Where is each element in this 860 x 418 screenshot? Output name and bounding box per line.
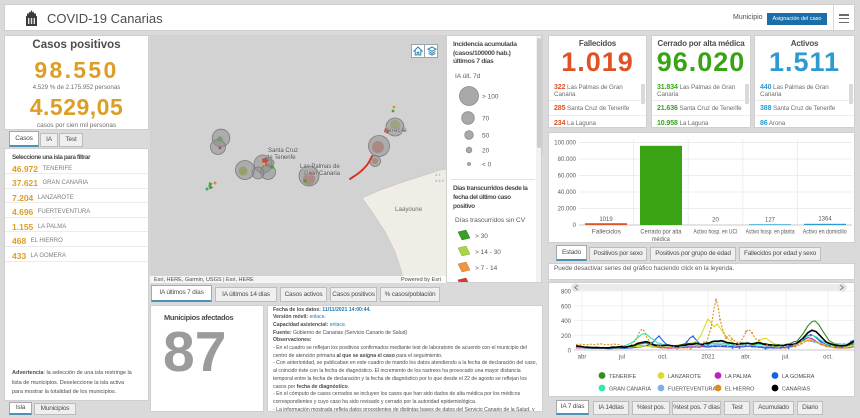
- svg-text:Cerrado por alta: Cerrado por alta: [640, 229, 682, 236]
- svg-text:0: 0: [573, 223, 577, 229]
- svg-text:Gran Canaria: Gran Canaria: [304, 171, 341, 177]
- svg-text:0: 0: [568, 349, 572, 355]
- svg-text:600: 600: [561, 304, 572, 310]
- svg-text:80.000: 80.000: [558, 157, 577, 163]
- svg-text:> 7 - 14: > 7 - 14: [475, 265, 498, 272]
- svg-text:Activo hosp. en UCI: Activo hosp. en UCI: [694, 229, 738, 236]
- svg-text:20: 20: [712, 218, 719, 224]
- svg-text:127: 127: [765, 218, 776, 224]
- svg-text:jul: jul: [618, 355, 625, 361]
- svg-text:EL HIERRO: EL HIERRO: [725, 387, 755, 393]
- svg-text:médica: médica: [652, 236, 670, 242]
- svg-text:oct.: oct.: [658, 355, 668, 361]
- svg-text:2021: 2021: [701, 355, 715, 361]
- svg-text:de Tenerife: de Tenerife: [266, 155, 296, 161]
- svg-text:LA PALMA: LA PALMA: [725, 374, 752, 380]
- svg-text:Laayoune: Laayoune: [395, 206, 423, 213]
- svg-text:< 0: < 0: [482, 162, 492, 169]
- svg-text:abr: abr: [578, 355, 587, 361]
- svg-text:4.1: 4.1: [435, 172, 441, 177]
- svg-text:200: 200: [561, 334, 572, 340]
- svg-text:Activo hosp. en planta: Activo hosp. en planta: [746, 229, 795, 236]
- svg-text:60.000: 60.000: [558, 174, 577, 180]
- svg-text:800: 800: [561, 290, 572, 296]
- svg-text:70: 70: [482, 116, 490, 123]
- svg-text:abr.: abr.: [741, 355, 751, 361]
- svg-text:Activo en domicilio: Activo en domicilio: [803, 229, 847, 236]
- svg-text:1364: 1364: [818, 217, 832, 223]
- svg-text:Arrecife: Arrecife: [386, 128, 407, 134]
- svg-text:100.000: 100.000: [554, 141, 576, 147]
- svg-text:4.4.4: 4.4.4: [435, 178, 445, 183]
- svg-text:50: 50: [482, 133, 490, 140]
- svg-text:TENERIFE: TENERIFE: [609, 374, 637, 380]
- svg-text:FUERTEVENTURA: FUERTEVENTURA: [668, 387, 717, 393]
- svg-text:oct.: oct.: [823, 355, 833, 361]
- svg-text:Las Palmas de: Las Palmas de: [300, 164, 340, 170]
- svg-text:Santa Cruz: Santa Cruz: [268, 148, 298, 154]
- svg-text:> 14 - 30: > 14 - 30: [475, 249, 501, 256]
- svg-text:LA GOMERA: LA GOMERA: [782, 374, 815, 380]
- svg-text:jul.: jul.: [781, 355, 790, 361]
- svg-text:Fallecidos: Fallecidos: [592, 229, 621, 236]
- svg-text:> 100: > 100: [482, 94, 499, 101]
- svg-text:400: 400: [561, 319, 572, 325]
- svg-text:20.000: 20.000: [558, 207, 577, 213]
- svg-text:1019: 1019: [599, 217, 613, 223]
- svg-text:GRAN CANARIA: GRAN CANARIA: [609, 387, 651, 393]
- svg-text:> 30: > 30: [475, 233, 488, 240]
- svg-text:CANARIAS: CANARIAS: [782, 387, 810, 393]
- svg-text:40.000: 40.000: [558, 190, 577, 196]
- svg-text:LANZAROTE: LANZAROTE: [668, 374, 701, 380]
- svg-text:20: 20: [482, 148, 490, 155]
